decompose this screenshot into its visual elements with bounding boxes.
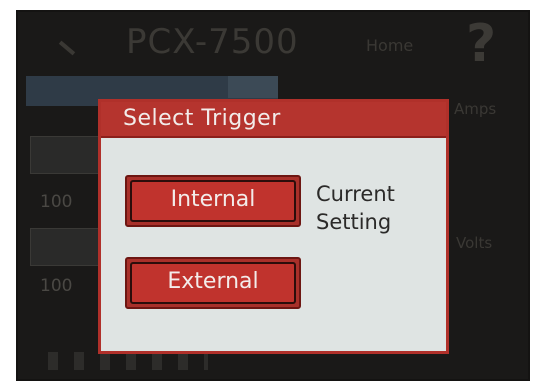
external-button-label: External bbox=[167, 269, 259, 294]
volts-label: Volts bbox=[456, 234, 493, 252]
internal-trigger-button[interactable]: Internal bbox=[125, 175, 301, 227]
bottom-toolbar bbox=[48, 352, 208, 370]
device-bezel: PCX-7500 Home ? Amps Volts 100 100 Selec… bbox=[16, 10, 530, 381]
external-trigger-button[interactable]: External bbox=[125, 257, 301, 309]
help-icon: ? bbox=[466, 14, 497, 74]
readout-value-1: 100 bbox=[40, 192, 73, 212]
readout-value-2: 100 bbox=[40, 276, 73, 296]
current-setting-line1: Current bbox=[316, 182, 395, 206]
dialog-header: Select Trigger bbox=[101, 102, 446, 138]
touch-screen: PCX-7500 Home ? Amps Volts 100 100 Selec… bbox=[18, 12, 528, 379]
home-button: Home bbox=[366, 36, 414, 55]
current-setting-indicator: Current Setting bbox=[316, 180, 395, 236]
status-bar-tab bbox=[228, 76, 278, 98]
current-setting-line2: Setting bbox=[316, 210, 392, 234]
dialog-title: Select Trigger bbox=[123, 106, 281, 131]
amps-label: Amps bbox=[454, 100, 497, 118]
tool-icon bbox=[58, 40, 76, 56]
internal-button-label: Internal bbox=[170, 187, 256, 212]
app-title: PCX-7500 bbox=[126, 22, 299, 62]
select-trigger-dialog: Select Trigger Internal External Current… bbox=[98, 99, 449, 354]
